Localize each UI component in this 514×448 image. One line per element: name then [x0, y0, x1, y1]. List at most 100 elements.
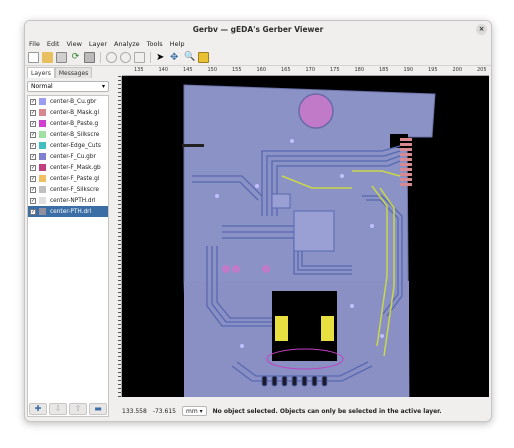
zoom-out-icon[interactable]	[120, 52, 131, 63]
unit-select[interactable]: mm ▾	[181, 406, 207, 416]
measure-tool-icon[interactable]	[198, 52, 209, 63]
ruler-tick-label: 185	[379, 67, 389, 73]
ruler-tick-label: 135	[134, 67, 144, 73]
ruler-tick-label: 150	[207, 67, 218, 73]
layer-name: center-F_Cu.gbr	[50, 153, 96, 160]
sidebar: Layers Messages Normal ▾ ✓ center-B_Cu.gb…	[27, 67, 111, 419]
layer-visibility-checkbox[interactable]: ✓	[30, 98, 36, 105]
layer-visibility-checkbox[interactable]: ✓	[30, 208, 36, 215]
layer-row[interactable]: ✓ center-PTH.drl	[28, 206, 108, 217]
layer-visibility-checkbox[interactable]: ✓	[30, 142, 36, 149]
ruler-tick-label: 155	[232, 67, 242, 73]
chevron-down-icon: ▾	[101, 83, 105, 90]
layer-list: ✓ center-B_Cu.gbr ✓ center-B_Mask.gl ✓ center…	[27, 95, 109, 417]
ruler-tick-label: 205	[477, 67, 487, 73]
layer-name: center-B_Mask.gl	[50, 109, 100, 116]
layer-row[interactable]: ✓ center-B_Paste.g	[28, 118, 108, 129]
tab-layers[interactable]: Layers	[27, 67, 55, 78]
toolbar: ⟳ ➤ ✥ 🔍	[25, 50, 491, 66]
menu-layer[interactable]: Layer	[89, 38, 107, 50]
sidebar-tabs: Layers Messages	[27, 67, 111, 78]
ruler-tick-label: 175	[330, 67, 340, 73]
move-layer-up-button[interactable]: ⇧	[69, 403, 87, 415]
menu-tools[interactable]: Tools	[147, 38, 163, 50]
new-project-icon[interactable]	[28, 52, 39, 63]
edge-notch	[182, 144, 204, 147]
layer-row[interactable]: ✓ center-F_Silkscre	[28, 184, 108, 195]
zoom-in-icon[interactable]	[106, 52, 117, 63]
layer-row[interactable]: ✓ center-F_Cu.gbr	[28, 151, 108, 162]
layer-visibility-checkbox[interactable]: ✓	[30, 164, 36, 171]
layer-visibility-checkbox[interactable]: ✓	[30, 109, 36, 116]
menu-file[interactable]: File	[29, 38, 40, 50]
render-mode-select[interactable]: Normal ▾	[27, 81, 109, 92]
menu-view[interactable]: View	[66, 38, 81, 50]
layer-visibility-checkbox[interactable]: ✓	[30, 131, 36, 138]
move-layer-down-button[interactable]: ⇩	[49, 403, 67, 415]
layer-visibility-checkbox[interactable]: ✓	[30, 153, 36, 160]
ruler-tick-label: 180	[354, 67, 365, 73]
layer-visibility-checkbox[interactable]: ✓	[30, 120, 36, 127]
coord-y: -73.615	[152, 407, 176, 415]
bottom-pins	[261, 375, 328, 387]
pan-tool-icon[interactable]: ✥	[170, 52, 181, 63]
layer-row[interactable]: ✓ center-F_Paste.gl	[28, 173, 108, 184]
layer-color-swatch[interactable]	[39, 109, 46, 116]
npth-hole	[298, 93, 334, 129]
layer-row[interactable]: ✓ center-Edge_Cuts	[28, 140, 108, 151]
layer-color-swatch[interactable]	[39, 186, 46, 193]
layer-visibility-checkbox[interactable]: ✓	[30, 197, 36, 204]
layer-row[interactable]: ✓ center-F_Mask.gb	[28, 162, 108, 173]
gerber-canvas[interactable]	[122, 76, 489, 397]
reload-icon[interactable]: ⟳	[70, 52, 81, 63]
layer-name: center-B_Silkscre	[50, 131, 100, 138]
ruler-tick-label: 170	[305, 67, 316, 73]
tab-messages[interactable]: Messages	[54, 67, 93, 78]
ruler-tick-label: 165	[281, 67, 291, 73]
layer-name: center-F_Paste.gl	[50, 175, 100, 182]
print-icon[interactable]	[84, 52, 95, 63]
add-layer-button[interactable]: ✚	[29, 403, 47, 415]
toolbar-separator	[100, 52, 101, 63]
layer-color-swatch[interactable]	[39, 164, 46, 171]
layer-row[interactable]: ✓ center-B_Silkscre	[28, 129, 108, 140]
zoom-tool-icon[interactable]: 🔍	[184, 52, 195, 63]
layer-color-swatch[interactable]	[39, 197, 46, 204]
layer-color-swatch[interactable]	[39, 153, 46, 160]
layer-color-swatch[interactable]	[39, 175, 46, 182]
layer-name: center-Edge_Cuts	[50, 142, 101, 149]
layer-color-swatch[interactable]	[39, 98, 46, 105]
layer-row[interactable]: ✓ center-B_Cu.gbr	[28, 96, 108, 107]
layer-row[interactable]: ✓ center-B_Mask.gl	[28, 107, 108, 118]
open-icon[interactable]	[42, 52, 53, 63]
layer-visibility-checkbox[interactable]: ✓	[30, 175, 36, 182]
menu-analyze[interactable]: Analyze	[114, 38, 140, 50]
ruler-tick-label: 190	[403, 67, 414, 73]
layer-color-swatch[interactable]	[39, 131, 46, 138]
render-mode-value: Normal	[31, 83, 53, 90]
unit-value: mm	[185, 408, 198, 415]
menu-help[interactable]: Help	[170, 38, 185, 50]
paste-pad-right	[321, 316, 334, 341]
save-icon[interactable]	[56, 52, 67, 63]
pointer-tool-icon[interactable]: ➤	[156, 52, 167, 63]
close-button[interactable]: ×	[476, 24, 487, 35]
layer-name: center-B_Paste.g	[50, 120, 99, 127]
layer-color-swatch[interactable]	[39, 142, 46, 149]
layer-color-swatch[interactable]	[39, 120, 46, 127]
status-message: No object selected. Objects can only be …	[212, 407, 442, 415]
layer-visibility-checkbox[interactable]: ✓	[30, 186, 36, 193]
layer-row[interactable]: ✓ center-NPTH.drl	[28, 195, 108, 206]
layer-buttons: ✚ ⇩ ⇧ ▬	[29, 403, 107, 415]
vertical-ruler	[113, 76, 122, 397]
menu-edit[interactable]: Edit	[47, 38, 60, 50]
layer-color-swatch[interactable]	[39, 208, 46, 215]
chevron-down-icon: ▾	[199, 408, 203, 415]
horizontal-ruler: 135 140 145 150 155 160 165 170 175 180 185 190 195 2…	[122, 67, 489, 76]
remove-layer-button[interactable]: ▬	[89, 403, 107, 415]
zoom-fit-icon[interactable]	[134, 52, 145, 63]
window-title: Gerbv — gEDA's Gerber Viewer	[192, 25, 324, 34]
title-bar: Gerbv — gEDA's Gerber Viewer ×	[25, 21, 491, 38]
pcb-render	[182, 84, 436, 397]
toolbar-separator	[150, 52, 151, 63]
